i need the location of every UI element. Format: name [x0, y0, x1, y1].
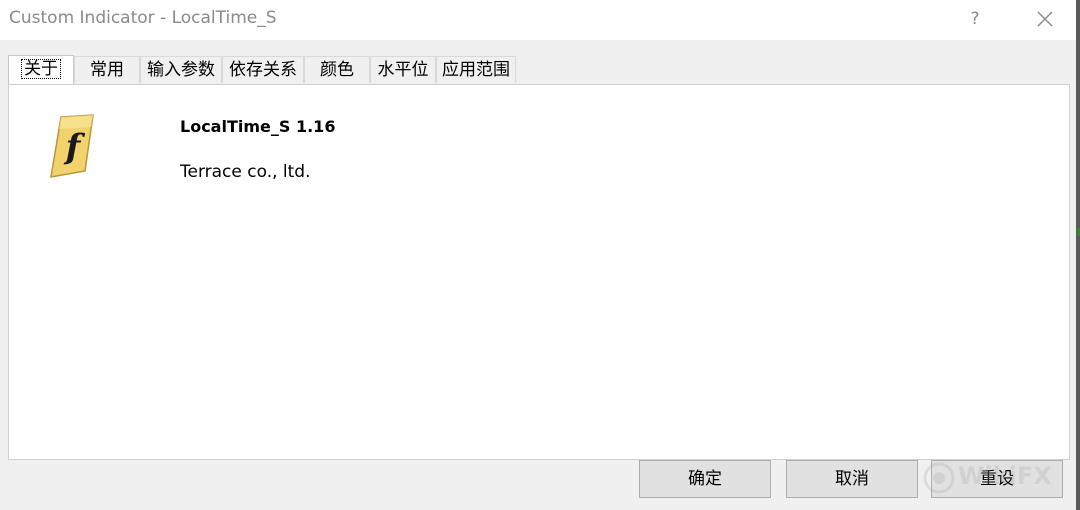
tab-visualization[interactable]: 应用范围 — [436, 56, 516, 83]
tab-colors[interactable]: 颜色 — [304, 56, 370, 83]
close-icon — [1037, 11, 1053, 27]
tab-label: 常用 — [90, 60, 124, 80]
company-name: Terrace co., ltd. — [180, 162, 311, 182]
tab-about[interactable]: 关于 — [8, 55, 74, 84]
tab-dependencies[interactable]: 依存关系 — [222, 56, 304, 83]
tab-label: 依存关系 — [229, 60, 297, 80]
indicator-name-version: LocalTime_S 1.16 — [180, 117, 336, 136]
tab-strip: 关于 常用 输入参数 依存关系 颜色 水平位 应用范围 — [8, 55, 608, 84]
tab-inputs[interactable]: 输入参数 — [140, 56, 222, 83]
tab-label: 输入参数 — [147, 60, 215, 80]
reset-button[interactable]: 重设 — [931, 460, 1063, 498]
window-edge — [1076, 0, 1080, 510]
help-button[interactable]: ? — [962, 5, 988, 33]
tab-label: 关于 — [21, 59, 61, 79]
title-bar: Custom Indicator - LocalTime_S ? — [0, 0, 1080, 40]
tab-common[interactable]: 常用 — [74, 56, 140, 83]
script-function-icon: f — [50, 114, 94, 178]
tab-levels[interactable]: 水平位 — [370, 56, 436, 83]
about-panel: f LocalTime_S 1.16 Terrace co., ltd. — [8, 84, 1070, 460]
dialog-body: 关于 常用 输入参数 依存关系 颜色 水平位 应用范围 f LocalTime_… — [0, 40, 1080, 510]
cancel-button[interactable]: 取消 — [786, 460, 918, 498]
window-title: Custom Indicator - LocalTime_S — [9, 8, 277, 28]
tab-label: 颜色 — [320, 60, 354, 80]
tab-label: 水平位 — [377, 60, 429, 80]
tab-label: 应用范围 — [442, 60, 510, 80]
close-button[interactable] — [1030, 4, 1060, 34]
ok-button[interactable]: 确定 — [639, 460, 771, 498]
